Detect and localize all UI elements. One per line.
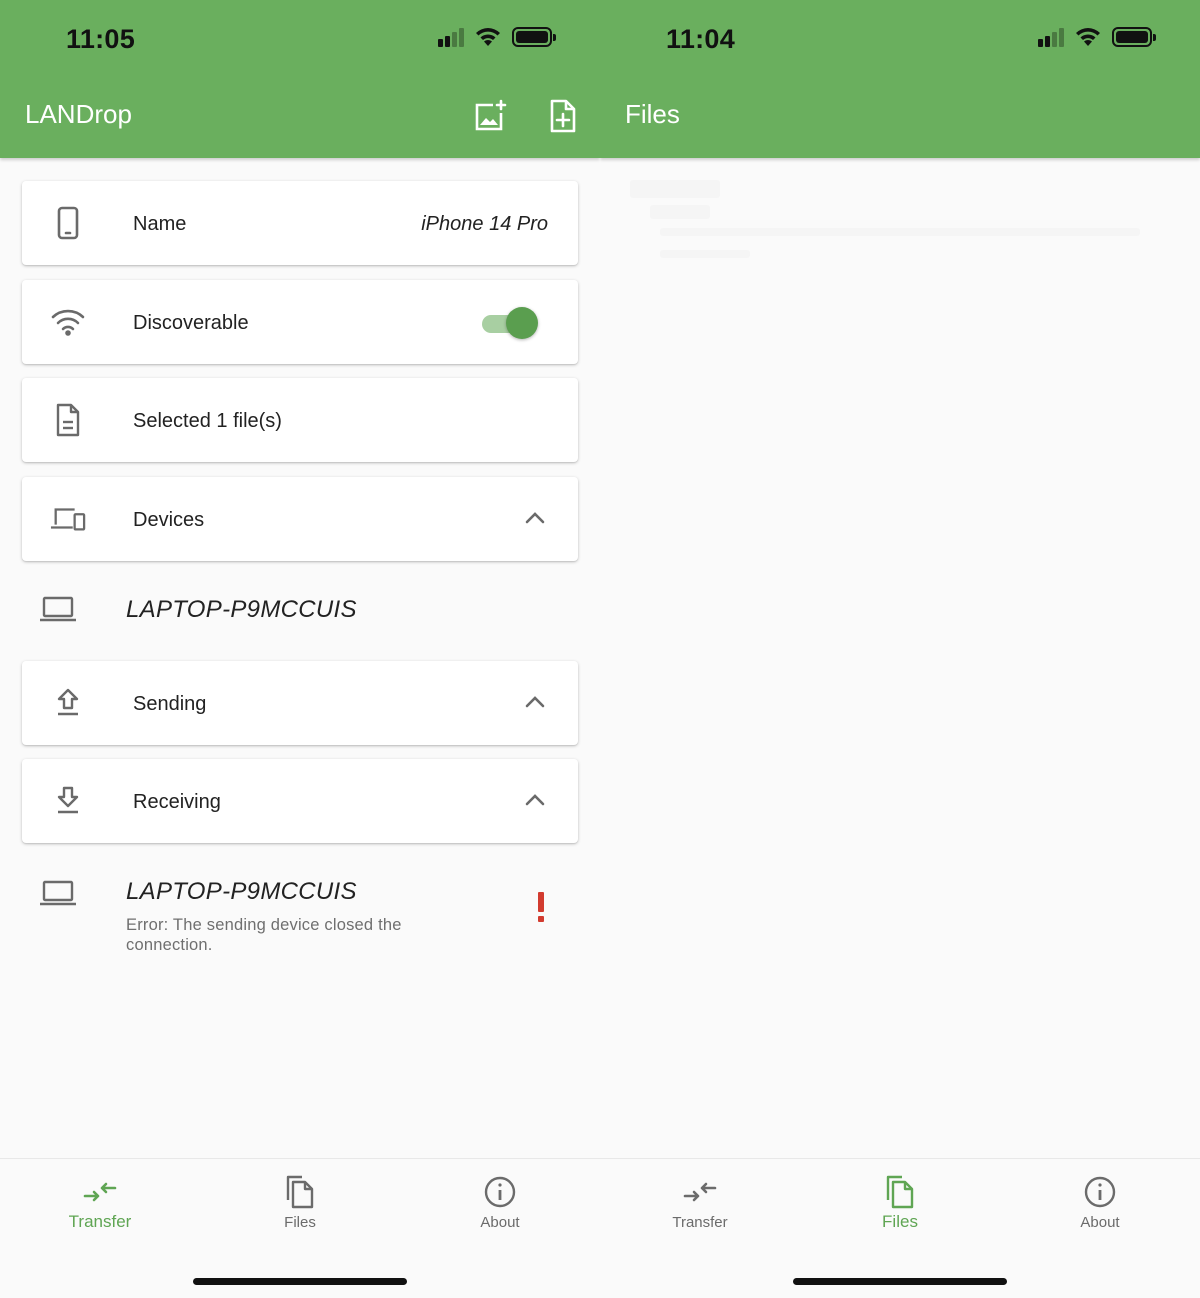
receiving-list-item[interactable]: LAPTOP-P9MCCUIS Error: The sending devic…	[22, 872, 578, 962]
phone-icon	[57, 206, 79, 240]
device-list-item[interactable]: LAPTOP-P9MCCUIS	[22, 590, 578, 634]
files-icon	[286, 1175, 314, 1209]
files-screen: 11:04 Files Transfer Files About	[600, 0, 1200, 1298]
add-image-button[interactable]	[469, 96, 509, 136]
cellular-signal-icon	[438, 27, 464, 47]
nav-transfer[interactable]: Transfer	[20, 1173, 180, 1253]
selected-files-label: Selected 1 file(s)	[133, 410, 282, 432]
battery-icon	[1112, 27, 1156, 47]
device-name-value: iPhone 14 Pro	[421, 213, 548, 235]
sending-label: Sending	[133, 693, 207, 715]
bottom-navigation: Transfer Files About	[600, 1158, 1200, 1298]
transfer-arrows-icon	[83, 1182, 117, 1202]
wifi-icon	[51, 309, 85, 336]
wifi-icon	[1076, 28, 1100, 46]
device-name: LAPTOP-P9MCCUIS	[126, 878, 357, 905]
add-image-icon	[475, 99, 507, 131]
status-time: 11:05	[66, 24, 136, 54]
receiving-card[interactable]: Receiving	[22, 759, 578, 843]
loading-placeholder	[650, 205, 710, 219]
info-icon	[1084, 1176, 1116, 1208]
selected-files-card[interactable]: Selected 1 file(s)	[22, 378, 578, 462]
app-bar: 11:05 LANDrop	[0, 0, 600, 158]
app-bar: 11:04 Files	[600, 0, 1200, 158]
loading-placeholder	[660, 228, 1140, 236]
chevron-up-icon[interactable]	[524, 691, 546, 713]
status-time: 11:04	[666, 24, 736, 54]
nav-about[interactable]: About	[1020, 1173, 1180, 1253]
battery-icon	[512, 27, 556, 47]
discoverable-toggle[interactable]	[482, 307, 538, 339]
download-icon	[57, 786, 79, 814]
discoverable-label: Discoverable	[133, 312, 249, 334]
laptop-icon	[40, 880, 76, 906]
laptop-icon	[40, 596, 76, 622]
chevron-up-icon[interactable]	[524, 789, 546, 811]
add-file-button[interactable]	[543, 96, 583, 136]
upload-icon	[57, 688, 79, 716]
nav-files[interactable]: Files	[820, 1173, 980, 1253]
home-indicator[interactable]	[193, 1278, 407, 1285]
sending-card[interactable]: Sending	[22, 661, 578, 745]
transfer-arrows-icon	[683, 1182, 717, 1202]
add-file-icon	[550, 99, 576, 133]
chevron-up-icon[interactable]	[524, 507, 546, 529]
receiving-label: Receiving	[133, 791, 221, 813]
document-icon	[56, 403, 80, 437]
loading-placeholder	[630, 180, 720, 198]
error-message: Error: The sending device closed the con…	[126, 916, 402, 954]
devices-icon	[50, 508, 86, 531]
transfer-screen: 11:05 LANDrop Name iPhone 14 Pro Discove…	[0, 0, 600, 1298]
status-bar: 11:04	[600, 0, 1200, 80]
bottom-navigation: Transfer Files About	[0, 1158, 600, 1298]
loading-placeholder	[660, 250, 750, 258]
cellular-signal-icon	[1038, 27, 1064, 47]
name-card[interactable]: Name iPhone 14 Pro	[22, 181, 578, 265]
device-name: LAPTOP-P9MCCUIS	[126, 596, 357, 623]
app-title: LANDrop	[25, 99, 132, 129]
home-indicator[interactable]	[793, 1278, 1007, 1285]
nav-files[interactable]: Files	[220, 1173, 380, 1253]
wifi-icon	[476, 28, 500, 46]
nav-transfer[interactable]: Transfer	[620, 1173, 780, 1253]
discoverable-card: Discoverable	[22, 280, 578, 364]
files-icon	[886, 1175, 914, 1209]
devices-label: Devices	[133, 509, 205, 531]
name-label: Name	[133, 213, 187, 235]
nav-about[interactable]: About	[420, 1173, 580, 1253]
info-icon	[484, 1176, 516, 1208]
page-title: Files	[625, 99, 680, 129]
status-bar: 11:05	[0, 0, 600, 80]
devices-card[interactable]: Devices	[22, 477, 578, 561]
error-exclamation-icon	[538, 892, 544, 922]
